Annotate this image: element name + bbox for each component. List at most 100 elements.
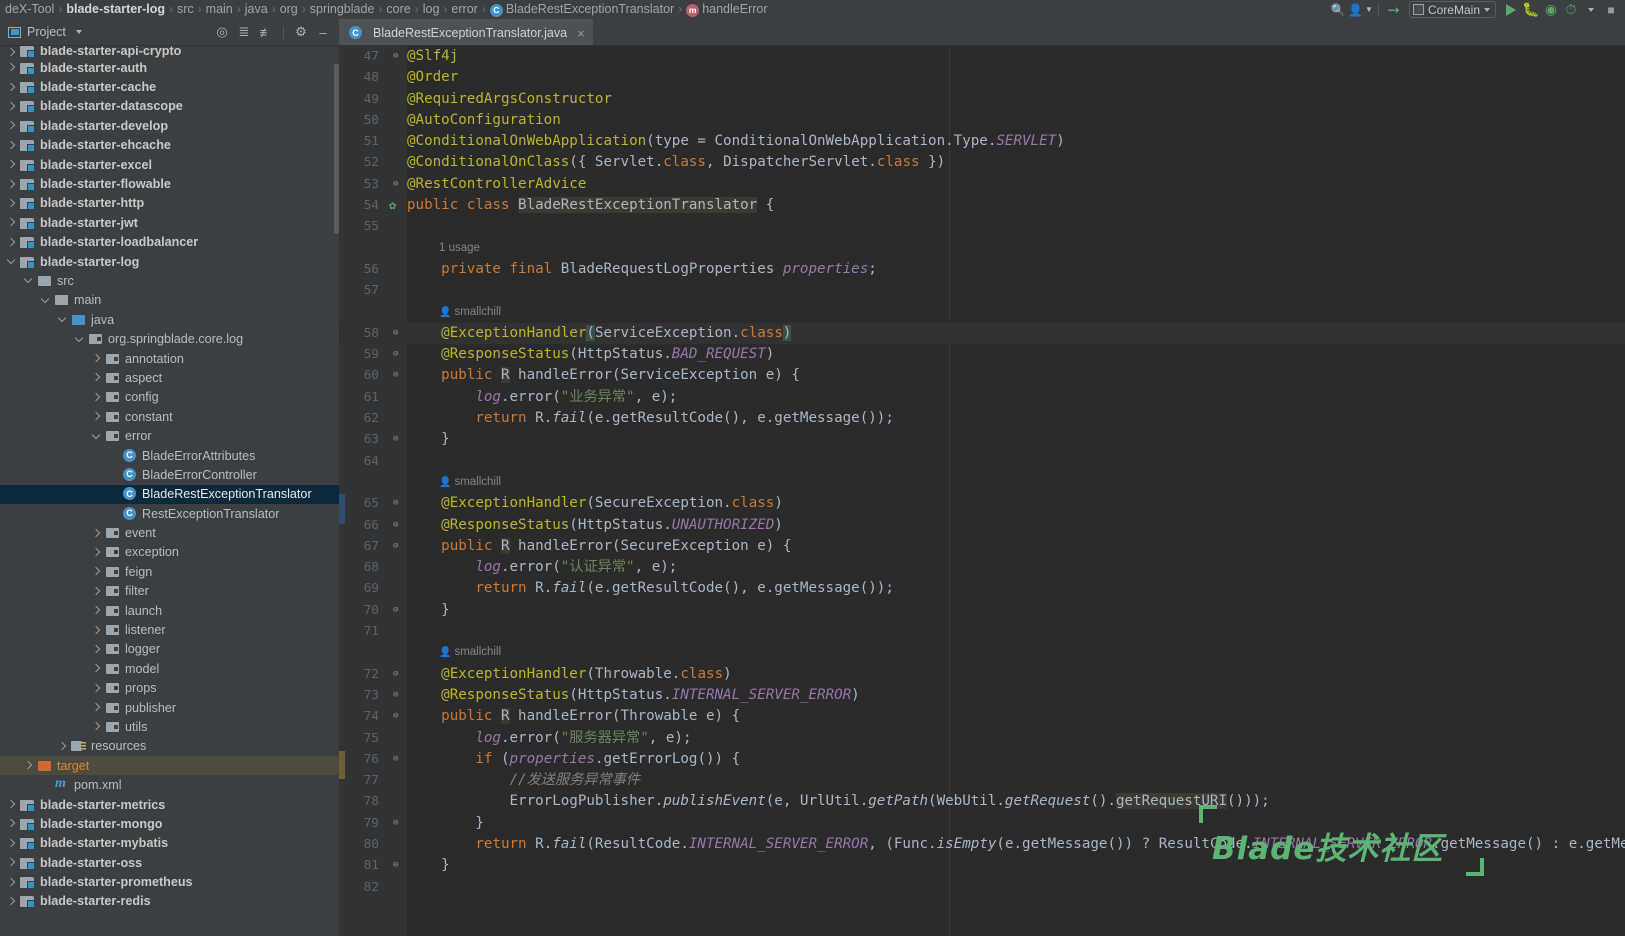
user-icon[interactable]: 👤 ▼ [1348, 0, 1373, 19]
updates-icon[interactable]: ➙ [1384, 0, 1404, 19]
editor-tab-blade-rest-exception-translator[interactable]: BladeRestExceptionTranslator.java × [339, 19, 593, 45]
tree-node-blade-starter-metrics[interactable]: blade-starter-metrics [0, 795, 339, 814]
chevron-right-icon[interactable] [6, 877, 17, 888]
tree-node-blade-starter-mybatis[interactable]: blade-starter-mybatis [0, 834, 339, 853]
breadcrumb-item-error[interactable]: error [448, 2, 480, 16]
tree-node-blade-starter-develop[interactable]: blade-starter-develop [0, 116, 339, 135]
code-line[interactable]: 79 ⊖ } [339, 813, 1625, 834]
tree-node-src[interactable]: src [0, 271, 339, 290]
code-line[interactable]: 57 [339, 280, 1625, 301]
code-line[interactable]: 58 ⊖ @ExceptionHandler(ServiceException.c… [339, 322, 1625, 345]
tree-node-blade-starter-log[interactable]: blade-starter-log [0, 252, 339, 271]
code-line[interactable]: 67 ⊖ public R handleError(SecureException… [339, 536, 1625, 557]
tree-node-filter[interactable]: filter [0, 582, 339, 601]
breadcrumb-item-blade-starter-log[interactable]: blade-starter-log [63, 2, 168, 16]
tree-node-pom.xml[interactable]: pom.xml [0, 775, 339, 794]
chevron-right-icon[interactable] [91, 411, 102, 422]
tree-node-listener[interactable]: listener [0, 620, 339, 639]
breadcrumb-item-src[interactable]: src [174, 2, 197, 16]
chevron-right-icon[interactable] [91, 586, 102, 597]
chevron-right-icon[interactable] [6, 120, 17, 131]
chevron-right-icon[interactable] [6, 62, 17, 73]
chevron-right-icon[interactable] [91, 663, 102, 674]
code-line[interactable]: 70 ⊖ } [339, 600, 1625, 621]
code-line[interactable]: 80 return R.fail(ResultCode.INTERNAL_SER… [339, 834, 1625, 855]
code-line[interactable]: 75 log.error("服务器异常", e); [339, 728, 1625, 749]
chevron-right-icon[interactable] [23, 760, 34, 771]
chevron-right-icon[interactable] [91, 683, 102, 694]
tree-node-blade-starter-jwt[interactable]: blade-starter-jwt [0, 213, 339, 232]
breadcrumb-item-java[interactable]: java [242, 2, 271, 16]
inlay-usage-hint[interactable]: 1 usage [339, 238, 1625, 259]
tree-node-bladeerrorcontroller[interactable]: BladeErrorController [0, 465, 339, 484]
tree-node-exception[interactable]: exception [0, 543, 339, 562]
code-line[interactable]: 81 ⊖ } [339, 855, 1625, 876]
chevron-down-icon[interactable] [75, 30, 82, 34]
breadcrumb-item-log[interactable]: log [420, 2, 443, 16]
code-line[interactable]: 49 @RequiredArgsConstructor [339, 89, 1625, 110]
tree-node-blade-starter-redis[interactable]: blade-starter-redis [0, 892, 339, 911]
tree-node-bladeerrorattributes[interactable]: BladeErrorAttributes [0, 446, 339, 465]
inlay-author-hint[interactable]: 👤 smallchill [339, 302, 1625, 323]
tree-node-blade-starter-api-crypto[interactable]: blade-starter-api-crypto [0, 46, 339, 58]
tree-node-blade-starter-loadbalancer[interactable]: blade-starter-loadbalancer [0, 233, 339, 252]
chevron-right-icon[interactable] [91, 721, 102, 732]
code-fold-toggle-icon[interactable]: ⊖ [393, 669, 402, 679]
code-line[interactable]: 74 ⊖ public R handleError(Throwable e) { [339, 706, 1625, 727]
chevron-down-icon[interactable] [6, 256, 17, 267]
tree-node-blade-starter-flowable[interactable]: blade-starter-flowable [0, 174, 339, 193]
code-fold-toggle-icon[interactable]: ⊖ [393, 435, 402, 444]
chevron-down-icon[interactable] [1581, 0, 1601, 19]
tree-node-blade-starter-cache[interactable]: blade-starter-cache [0, 77, 339, 96]
code-line[interactable]: 48 @Order [339, 67, 1625, 88]
code-line[interactable]: 47 ⊖ @Slf4j [339, 46, 1625, 67]
gear-icon[interactable]: ⚙ [291, 22, 311, 42]
code-fold-toggle-icon[interactable]: ⊖ [393, 520, 402, 530]
breadcrumb-item-bladerestexceptiontranslator[interactable]: C BladeRestExceptionTranslator [487, 2, 677, 17]
run-configuration-selector[interactable]: CoreMain [1408, 1, 1496, 18]
inlay-author-hint[interactable]: 👤 smallchill [339, 642, 1625, 663]
project-tool-window-title[interactable]: Project [0, 25, 82, 39]
tree-node-constant[interactable]: constant [0, 407, 339, 426]
chevron-right-icon[interactable] [6, 159, 17, 170]
tree-node-blade-starter-mongo[interactable]: blade-starter-mongo [0, 814, 339, 833]
code-fold-toggle-icon[interactable]: ⊖ [393, 371, 402, 380]
code-line[interactable]: 68 log.error("认证异常", e); [339, 557, 1625, 578]
code-line[interactable]: 55 [339, 216, 1625, 237]
code-line[interactable]: 78 ErrorLogPublisher.publishEvent(e, Url… [339, 791, 1625, 812]
chevron-right-icon[interactable] [6, 82, 17, 93]
tree-node-error[interactable]: error [0, 426, 339, 445]
close-icon[interactable]: × [577, 26, 585, 41]
tree-node-publisher[interactable]: publisher [0, 698, 339, 717]
tree-node-annotation[interactable]: annotation [0, 349, 339, 368]
chevron-right-icon[interactable] [91, 547, 102, 558]
code-fold-toggle-icon[interactable]: ⊖ [393, 605, 402, 615]
code-fold-toggle-icon[interactable]: ⊖ [393, 499, 402, 508]
chevron-down-icon[interactable] [23, 275, 34, 286]
code-line[interactable]: 59 ⊖ @ResponseStatus(HttpStatus.BAD_REQUE… [339, 344, 1625, 365]
run-icon[interactable] [1501, 0, 1521, 19]
chevron-right-icon[interactable] [6, 237, 17, 248]
code-line[interactable]: 50 @AutoConfiguration [339, 110, 1625, 131]
tree-node-target[interactable]: target [0, 756, 339, 776]
chevron-right-icon[interactable] [6, 818, 17, 829]
code-content[interactable]: 47 ⊖ @Slf4j 48 @Order 49 @RequiredArgsConstruc… [339, 46, 1625, 936]
chevron-right-icon[interactable] [6, 101, 17, 112]
breadcrumb-item-core[interactable]: core [383, 2, 413, 16]
scroll-from-source-icon[interactable]: ◎ [212, 22, 232, 42]
code-fold-toggle-icon[interactable]: ⊖ [393, 541, 402, 551]
stop-icon[interactable]: ■ [1601, 0, 1621, 19]
inlay-author-hint[interactable]: 👤 smallchill [339, 472, 1625, 493]
chevron-down-icon[interactable] [40, 295, 51, 306]
code-line[interactable]: 61 log.error("业务异常", e); [339, 387, 1625, 408]
tree-node-blade-starter-http[interactable]: blade-starter-http [0, 194, 339, 213]
code-line[interactable]: 64 [339, 451, 1625, 472]
chevron-right-icon[interactable] [91, 392, 102, 403]
code-line[interactable]: 60 ⊖ public R handleError(ServiceExceptio… [339, 365, 1625, 386]
code-line[interactable]: 82 [339, 877, 1625, 898]
expand-all-icon[interactable]: ≣ [234, 22, 254, 42]
tree-node-resources[interactable]: resources [0, 737, 339, 756]
breadcrumb-item-org[interactable]: org [277, 2, 301, 16]
tree-node-props[interactable]: props [0, 679, 339, 698]
code-fold-toggle-icon[interactable]: ⊖ [393, 754, 402, 764]
